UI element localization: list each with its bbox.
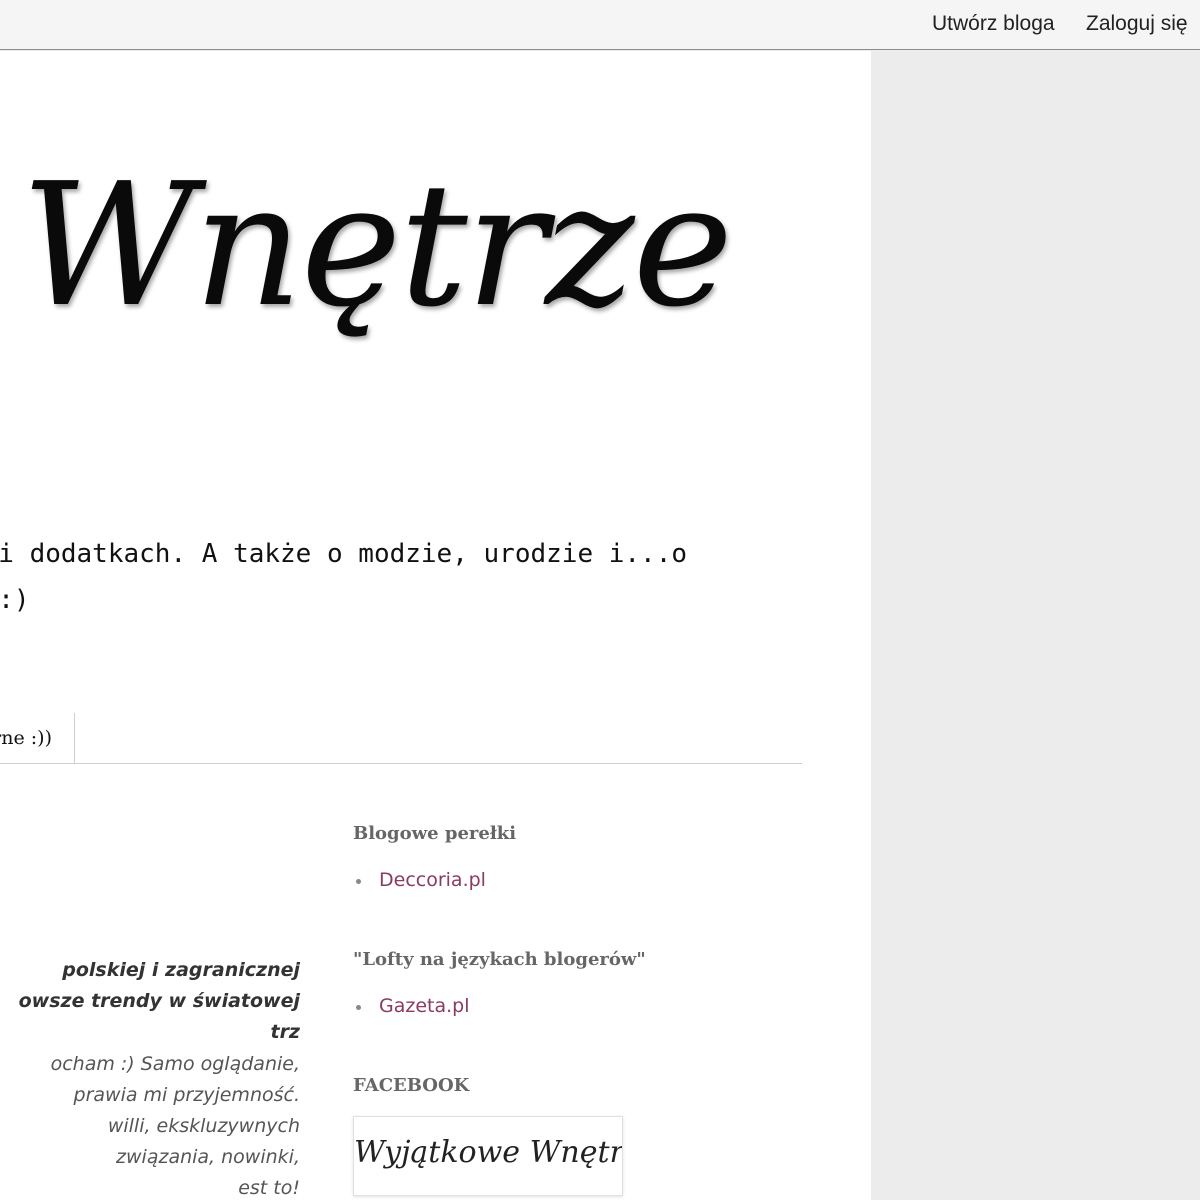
post-body-line: est to! [238, 1177, 300, 1199]
post-bold-line: owsze trendy w światowej [18, 990, 300, 1012]
blog-description: lach i dodatkach. A także o modzie, urod… [0, 531, 740, 623]
post-body-line: ocham :) Samo oglądanie, [50, 1053, 300, 1075]
tab-page[interactable]: rne :)) [0, 713, 75, 763]
post-bold-line: trz [270, 1021, 300, 1043]
description-line: guje :) [0, 585, 30, 615]
link-gazeta[interactable]: Gazeta.pl [379, 995, 470, 1017]
post-body-line: willi, ekskluzywnych [107, 1115, 300, 1137]
widget-title-lofty: "Lofty na językach blogerów" [353, 949, 646, 970]
blog-main-column: e Wnętrze lach i dodatkach. A także o mo… [0, 51, 871, 1200]
list-item: Gazeta.pl [353, 995, 470, 1017]
top-navbar: Utwórz bloga Zaloguj się [0, 0, 1200, 50]
post-bold-line: polskiej i zagranicznej [62, 959, 300, 981]
list-item: Deccoria.pl [353, 869, 486, 891]
login-link[interactable]: Zaloguj się [1086, 12, 1188, 36]
post-bold-text: polskiej i zagranicznej owsze trendy w ś… [0, 955, 300, 1048]
description-line: lach i dodatkach. A także o modzie, urod… [0, 539, 688, 569]
blog-header-title[interactable]: e Wnętrze [0, 146, 870, 346]
pages-tabs-bar: rne :)) [0, 713, 802, 764]
post-body-line: związania, nowinki, [116, 1146, 300, 1168]
bullet-icon [356, 879, 361, 884]
facebook-badge-image[interactable]: Wyjątkowe Wnętrze [353, 1116, 623, 1196]
link-deccoria[interactable]: Deccoria.pl [379, 869, 486, 891]
widget-title-blogowe: Blogowe perełki [353, 823, 517, 844]
page-background-right [871, 51, 1200, 1200]
bullet-icon [356, 1005, 361, 1010]
post-body-text: ocham :) Samo oglądanie, prawia mi przyj… [0, 1049, 300, 1200]
widget-list-lofty: Gazeta.pl [353, 995, 470, 1017]
widget-title-facebook: FACEBOOK [353, 1075, 470, 1096]
create-blog-link[interactable]: Utwórz bloga [932, 12, 1055, 36]
post-body-line: prawia mi przyjemność. [73, 1084, 300, 1106]
widget-list-blogowe: Deccoria.pl [353, 869, 486, 891]
